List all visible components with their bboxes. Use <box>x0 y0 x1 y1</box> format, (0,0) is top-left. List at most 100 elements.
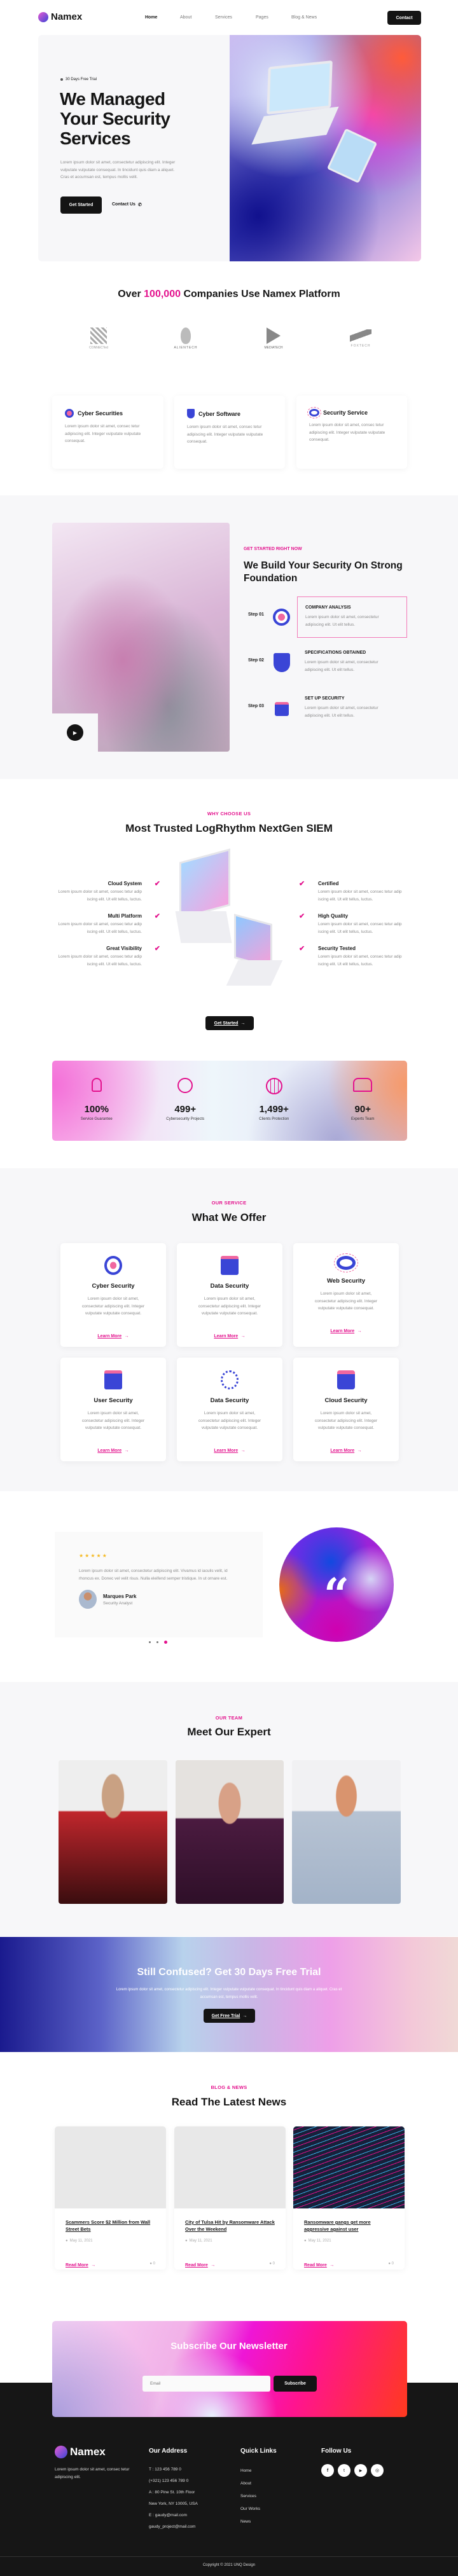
feature-card[interactable]: Cyber Software Lorem ipsum dolor sit ame… <box>174 396 285 469</box>
play-logo-icon <box>267 327 281 344</box>
service-card[interactable]: Data Security Lorem ipsum dolor sit amet… <box>177 1243 282 1347</box>
learn-more-text: Learn More <box>214 1448 239 1453</box>
blog-card[interactable]: Ransomware gangs get more aggressive aga… <box>293 2126 405 2269</box>
service-card[interactable]: Data Security Lorem ipsum dolor sit amet… <box>177 1358 282 1461</box>
footer-link-services[interactable]: Services <box>240 2490 260 2503</box>
team-member-photo[interactable] <box>176 1760 284 1904</box>
learn-more-link[interactable]: Learn More → <box>60 1329 166 1340</box>
email-input[interactable] <box>142 2376 270 2392</box>
learn-more-link[interactable]: Learn More → <box>293 1324 399 1335</box>
nav-about[interactable]: About <box>180 15 191 20</box>
arrow-right-icon: → <box>330 2263 335 2268</box>
stat-item: 499+ Cybersecurity Projects <box>141 1061 230 1141</box>
service-card[interactable]: Web Security Lorem ipsum dolor sit amet,… <box>293 1243 399 1347</box>
read-more-link[interactable]: Read More → <box>304 2258 334 2269</box>
home-shield-icon <box>275 702 289 716</box>
blog-card[interactable]: City of Tulsa Hit by Ransomware Attack O… <box>174 2126 286 2269</box>
read-more-link[interactable]: Read More → <box>66 2258 95 2269</box>
stat-label: Clients Protection <box>259 1117 289 1121</box>
step-title: SPECIFICATIONS OBTAINED <box>305 651 366 655</box>
about-title: We Build Your Security On Strong Foundat… <box>244 560 403 584</box>
contact-us-link[interactable]: Contact Us ✆ <box>112 202 142 207</box>
play-button[interactable]: ▶ <box>67 724 83 741</box>
team-member-photo[interactable] <box>292 1760 401 1904</box>
step-card-active[interactable]: COMPANY ANALYSIS Lorem ipsum dolor sit a… <box>297 596 407 638</box>
trial-tag: 30 Days Free Trial <box>60 78 97 81</box>
facebook-icon[interactable]: f <box>321 2464 334 2477</box>
blog-post-title[interactable]: Ransomware gangs get more aggressive aga… <box>304 2219 394 2234</box>
step-card[interactable]: SET UP SECURITY Lorem ipsum dolor sit am… <box>297 689 407 728</box>
email-link[interactable]: gaudy_project@mail.com <box>149 2521 198 2533</box>
footer-link-about[interactable]: About <box>240 2477 260 2490</box>
slider-dot[interactable] <box>156 1641 158 1643</box>
feature-card[interactable]: Cyber Securities Lorem ipsum dolor sit a… <box>52 396 163 469</box>
blog-card[interactable]: Scammers Score $2 Million from Wall Stre… <box>55 2126 166 2269</box>
service-card[interactable]: User Security Lorem ipsum dolor sit amet… <box>60 1358 166 1461</box>
slider-dot-active[interactable] <box>164 1641 167 1644</box>
why-item: Great Visibility Lorem ipsum dolor sit am… <box>51 945 160 971</box>
stat-item: 1,499+ Clients Protection <box>230 1061 319 1141</box>
avatar <box>79 1590 97 1609</box>
company-logo: FOXTECH <box>342 327 380 348</box>
youtube-icon[interactable]: ▶ <box>354 2464 367 2477</box>
logo-icon <box>38 11 48 22</box>
learn-more-link[interactable]: Learn More → <box>60 1443 166 1455</box>
instagram-icon[interactable]: ◎ <box>371 2464 384 2477</box>
why-item-text: Lorem ipsum dolor sit amet, consec tetur… <box>318 922 402 934</box>
learn-more-link[interactable]: Learn More → <box>177 1443 282 1455</box>
read-more-link[interactable]: Read More → <box>185 2258 215 2269</box>
free-trial-button[interactable]: Get Free Trial → <box>204 2009 255 2023</box>
nav-blog[interactable]: Blog & News <box>291 15 317 20</box>
team-member-photo[interactable] <box>59 1760 167 1904</box>
why-get-started-button[interactable]: Get Started → <box>205 1016 254 1030</box>
lock-icon <box>91 1078 102 1092</box>
service-card[interactable]: Cyber Security Lorem ipsum dolor sit ame… <box>60 1243 166 1347</box>
footer-about: Lorem ipsum dolor sit amet, consec tetur… <box>55 2467 130 2479</box>
why-item-title: Multi Platform <box>108 913 142 919</box>
nav-pages[interactable]: Pages <box>256 15 268 20</box>
logo[interactable]: Namex <box>38 11 82 22</box>
arrow-right-icon: → <box>124 1448 129 1453</box>
service-text: Lorem ipsum dolor sit amet, consectetur … <box>314 1291 378 1311</box>
step-card[interactable]: SPECIFICATIONS OBTAINED Lorem ipsum dolo… <box>297 643 407 682</box>
quick-links: Home About Services Our Works News <box>240 2465 260 2528</box>
address-line: A : 80 Pine St. 10th Floor <box>149 2490 195 2495</box>
feature-card[interactable]: Security Service Lorem ipsum dolor sit a… <box>296 396 407 469</box>
arrow-right-icon: → <box>240 1448 246 1453</box>
address-title: Our Address <box>149 2448 188 2455</box>
dot-icon <box>60 78 63 81</box>
footer-link-works[interactable]: Our Works <box>240 2503 260 2516</box>
learn-more-link[interactable]: Learn More → <box>293 1443 399 1455</box>
clock-icon: ● <box>185 2239 188 2243</box>
fingerprint-icon <box>65 409 74 418</box>
learn-more-link[interactable]: Learn More → <box>177 1329 282 1340</box>
slider-dot[interactable] <box>149 1641 151 1643</box>
email-link[interactable]: E : gaudy@mail.com <box>149 2510 198 2521</box>
get-started-button[interactable]: Get Started <box>60 196 102 214</box>
stats-band: 100% Service Guarantee 499+ Cybersecurity … <box>52 1061 407 1141</box>
logo-text: CONNECTed <box>89 346 108 350</box>
check-icon: ✔ <box>299 913 305 920</box>
nav-home[interactable]: Home <box>145 15 157 20</box>
company-logo: CONNECTed <box>80 327 118 350</box>
network-icon <box>221 1370 239 1389</box>
footer-link-news[interactable]: News <box>240 2516 260 2528</box>
button-label: Get Free Trial <box>211 2013 240 2018</box>
cta-text: Lorem ipsum dolor sit amet, consectetur … <box>116 1988 342 1999</box>
service-card[interactable]: Cloud Security Lorem ipsum dolor sit ame… <box>293 1358 399 1461</box>
read-more-text: Read More <box>185 2263 208 2268</box>
subscribe-button[interactable]: Subscribe <box>274 2376 317 2392</box>
nav-services[interactable]: Services <box>215 15 232 20</box>
footer-logo[interactable]: Namex <box>55 2446 106 2458</box>
rating-stars: ★★★★★ <box>79 1553 108 1559</box>
footer-link-home[interactable]: Home <box>240 2465 260 2477</box>
contact-button[interactable]: Contact <box>387 11 421 25</box>
address-line: (+321) 123 456 789 0 <box>149 2479 189 2483</box>
blog-post-title[interactable]: City of Tulsa Hit by Ransomware Attack O… <box>185 2219 275 2234</box>
blog-post-title[interactable]: Scammers Score $2 Million from Wall Stre… <box>66 2219 155 2234</box>
service-text: Lorem ipsum dolor sit amet, consectetur … <box>314 1411 378 1430</box>
feature-text: Lorem ipsum dolor sit amet, consec tetur… <box>187 425 263 444</box>
twitter-icon[interactable]: t <box>338 2464 350 2477</box>
arrow-right-icon: → <box>242 2013 247 2018</box>
step-text: Lorem ipsum dolor sit amet, consectetur … <box>305 660 378 672</box>
